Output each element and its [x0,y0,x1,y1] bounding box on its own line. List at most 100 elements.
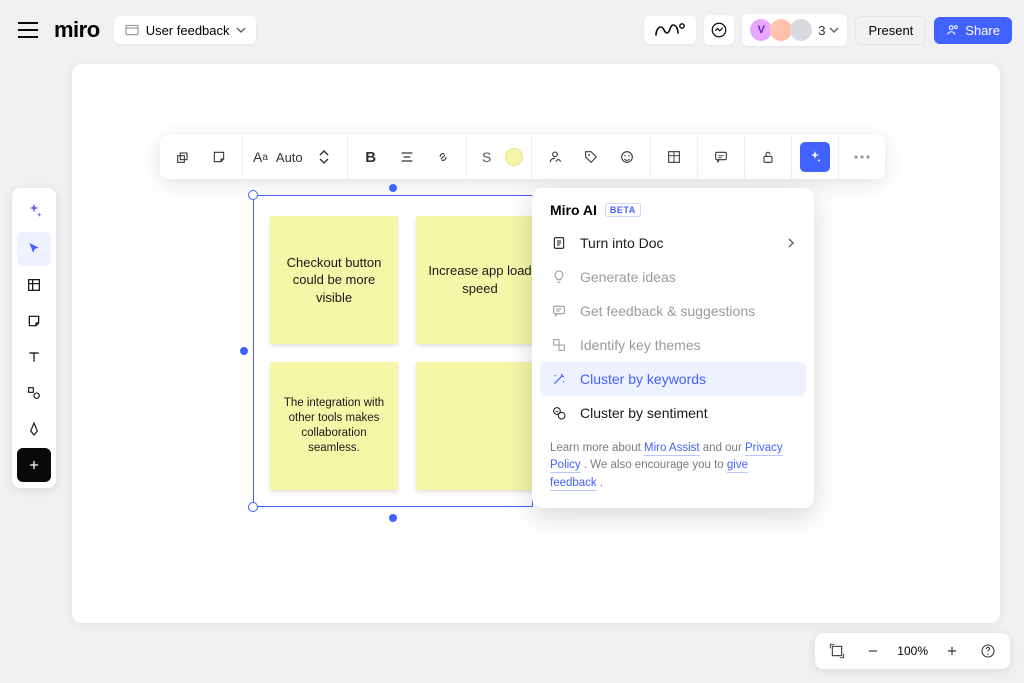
timer-button[interactable] [704,15,734,45]
board-title[interactable]: User feedback [114,16,256,44]
plus-icon [945,644,959,658]
text-icon [26,349,42,365]
ai-item-turn-into-doc[interactable]: Turn into Doc [532,226,814,260]
sticky-type-button[interactable] [204,142,234,172]
emoji-icon [619,149,635,165]
zoom-out-button[interactable] [861,639,885,663]
ai-item-generate-ideas: Generate ideas [532,260,814,294]
ai-item-get-feedback: Get feedback & suggestions [532,294,814,328]
comment-icon [713,149,729,165]
select-tool[interactable] [17,232,51,266]
frame-icon [26,277,42,293]
comment-button[interactable] [706,142,736,172]
collaborators[interactable]: V 3 [742,14,847,46]
tag-button[interactable] [576,142,606,172]
align-icon [399,149,415,165]
share-button[interactable]: Share [934,17,1012,44]
chevron-right-icon [786,238,796,248]
text-tool[interactable] [17,340,51,374]
font-size-auto[interactable]: Auto [276,150,303,165]
ai-sparkle-button[interactable] [17,194,51,228]
stack-button[interactable] [168,142,198,172]
font-button[interactable]: Aa [251,142,270,172]
hamburger-icon [18,22,38,38]
miro-assist-link[interactable]: Miro Assist [644,442,700,456]
ai-item-cluster-sentiment[interactable]: Cluster by sentiment [532,396,814,430]
assign-button[interactable] [540,142,570,172]
sparkle-icon [25,202,43,220]
sticky-note[interactable]: Increase app load speed [416,216,544,344]
messenger-icon [710,21,728,39]
ai-item-cluster-keywords[interactable]: Cluster by keywords [540,362,806,396]
feedback-icon [550,303,568,319]
help-icon [980,643,996,659]
collaborator-count: 3 [818,23,825,38]
ai-footer: Learn more about Miro Assist and our Pri… [532,430,814,492]
lock-button[interactable] [753,142,783,172]
sticky-tool[interactable] [17,304,51,338]
share-people-icon [946,23,960,37]
bold-button[interactable]: B [356,142,386,172]
grid-icon [666,149,682,165]
ai-popover-header: Miro AI BETA [532,202,814,226]
help-button[interactable] [976,639,1000,663]
templates-tool[interactable] [17,268,51,302]
selection-handle[interactable] [389,514,397,522]
selection-handle[interactable] [248,190,258,200]
emoji-button[interactable] [612,142,642,172]
chevron-down-icon [236,25,246,35]
menu-button[interactable] [12,14,44,46]
ai-title: Miro AI [550,202,597,218]
size-letter[interactable]: S [475,149,499,165]
pen-tool[interactable] [17,412,51,446]
tag-icon [583,149,599,165]
sticky-note[interactable]: Checkout button could be more visible [270,216,398,344]
ai-button[interactable] [800,142,830,172]
top-bar-right: V 3 Present Share [644,14,1012,46]
avatar-v: V [750,19,772,41]
ai-item-label: Cluster by keywords [580,371,706,387]
sticky-text: Increase app load speed [426,262,534,297]
themes-icon [550,337,568,353]
pen-icon [26,421,42,437]
stepper-icon [318,149,330,165]
zoom-in-button[interactable] [940,639,964,663]
person-icon [547,149,563,165]
selection-handle[interactable] [389,184,397,192]
ai-item-label: Generate ideas [580,269,676,285]
ai-item-label: Turn into Doc [580,235,664,251]
link-icon [435,149,451,165]
color-picker[interactable] [505,148,523,166]
top-bar: miro User feedback V 3 Present Share [12,10,1012,50]
lock-open-icon [760,149,776,165]
sticky-note-icon [211,149,227,165]
layout-button[interactable] [659,142,689,172]
sticky-text: Checkout button could be more visible [280,254,388,307]
plus-icon [27,458,41,472]
minus-icon [866,644,880,658]
shapes-icon [26,385,42,401]
dots-icon [854,155,870,159]
board-title-text: User feedback [146,23,230,38]
more-button[interactable] [847,142,877,172]
ai-item-identify-themes: Identify key themes [532,328,814,362]
zoom-level[interactable]: 100% [897,644,928,658]
font-size-stepper[interactable] [309,142,339,172]
link-button[interactable] [428,142,458,172]
sticky-note-icon [26,313,42,329]
shapes-tool[interactable] [17,376,51,410]
selection-handle[interactable] [248,502,258,512]
add-tool[interactable] [17,448,51,482]
sticky-text: The integration with other tools makes c… [280,396,388,456]
sticky-note[interactable]: The integration with other tools makes c… [270,362,398,490]
sticky-note[interactable] [416,362,544,490]
align-button[interactable] [392,142,422,172]
bulb-icon [550,269,568,285]
fit-button[interactable] [825,639,849,663]
fit-icon [829,643,845,659]
left-toolbar [12,188,56,488]
zoom-controls: 100% [815,633,1010,669]
present-button[interactable]: Present [855,16,926,45]
selection-handle[interactable] [240,347,248,355]
reactions-button[interactable] [644,16,696,44]
